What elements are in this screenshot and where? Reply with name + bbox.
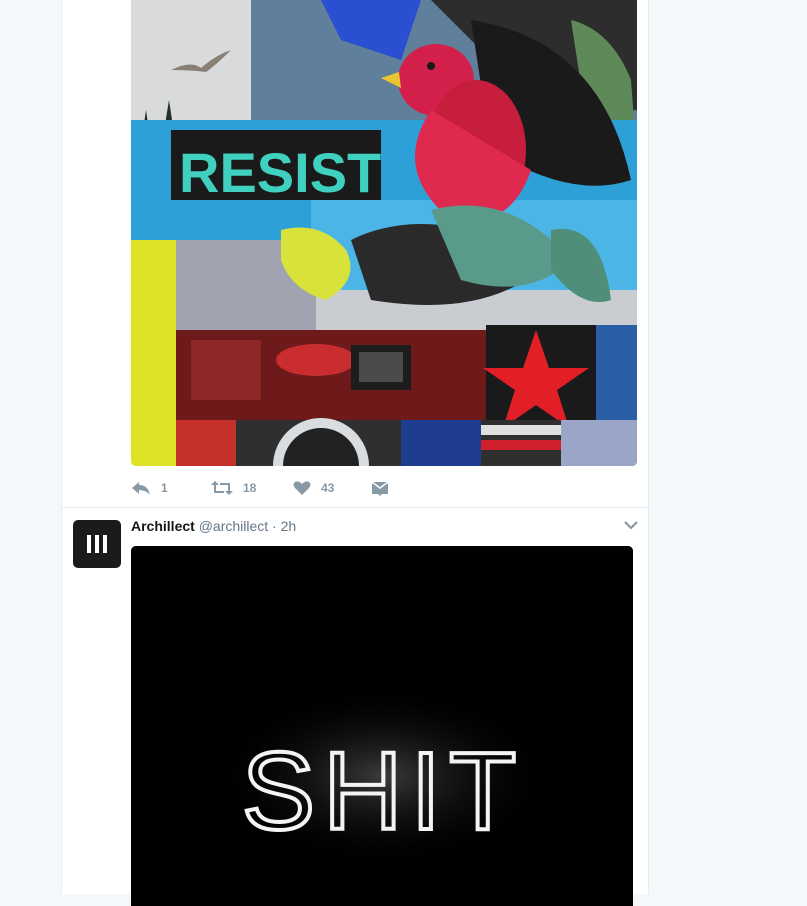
tweet-header: Archillect @archillect · 2h [131, 517, 296, 535]
retweet-count: 18 [243, 481, 257, 495]
time-separator: · [272, 518, 277, 534]
retweet-icon [211, 481, 233, 495]
tweet-photo-neon[interactable]: SHIT [131, 546, 633, 906]
tweet-actions: 1 18 43 [131, 478, 431, 498]
archillect-logo-icon [87, 535, 107, 553]
tweet-divider [61, 507, 649, 508]
like-button[interactable]: 43 [293, 478, 334, 498]
tweet-photo-collage[interactable]: RESIST [131, 0, 637, 466]
reply-count: 1 [161, 481, 168, 495]
retweet-button[interactable]: 18 [211, 478, 256, 498]
author-handle[interactable]: @archillect [199, 518, 268, 534]
neon-sign-image: SHIT [131, 546, 633, 906]
heart-icon [293, 481, 311, 495]
envelope-icon [371, 481, 389, 496]
tweet-menu-button[interactable] [623, 518, 639, 532]
chevron-down-icon [624, 521, 638, 530]
tweet-timestamp[interactable]: 2h [281, 518, 297, 534]
author-name[interactable]: Archillect [131, 518, 195, 534]
collage-artwork: RESIST [131, 0, 637, 466]
avatar[interactable] [73, 520, 121, 568]
like-count: 43 [321, 481, 335, 495]
neon-text: SHIT [242, 730, 525, 853]
reply-button[interactable]: 1 [131, 478, 168, 498]
direct-message-button[interactable] [371, 478, 389, 498]
resist-lettering: RESIST [179, 141, 381, 204]
reply-icon [132, 482, 150, 495]
